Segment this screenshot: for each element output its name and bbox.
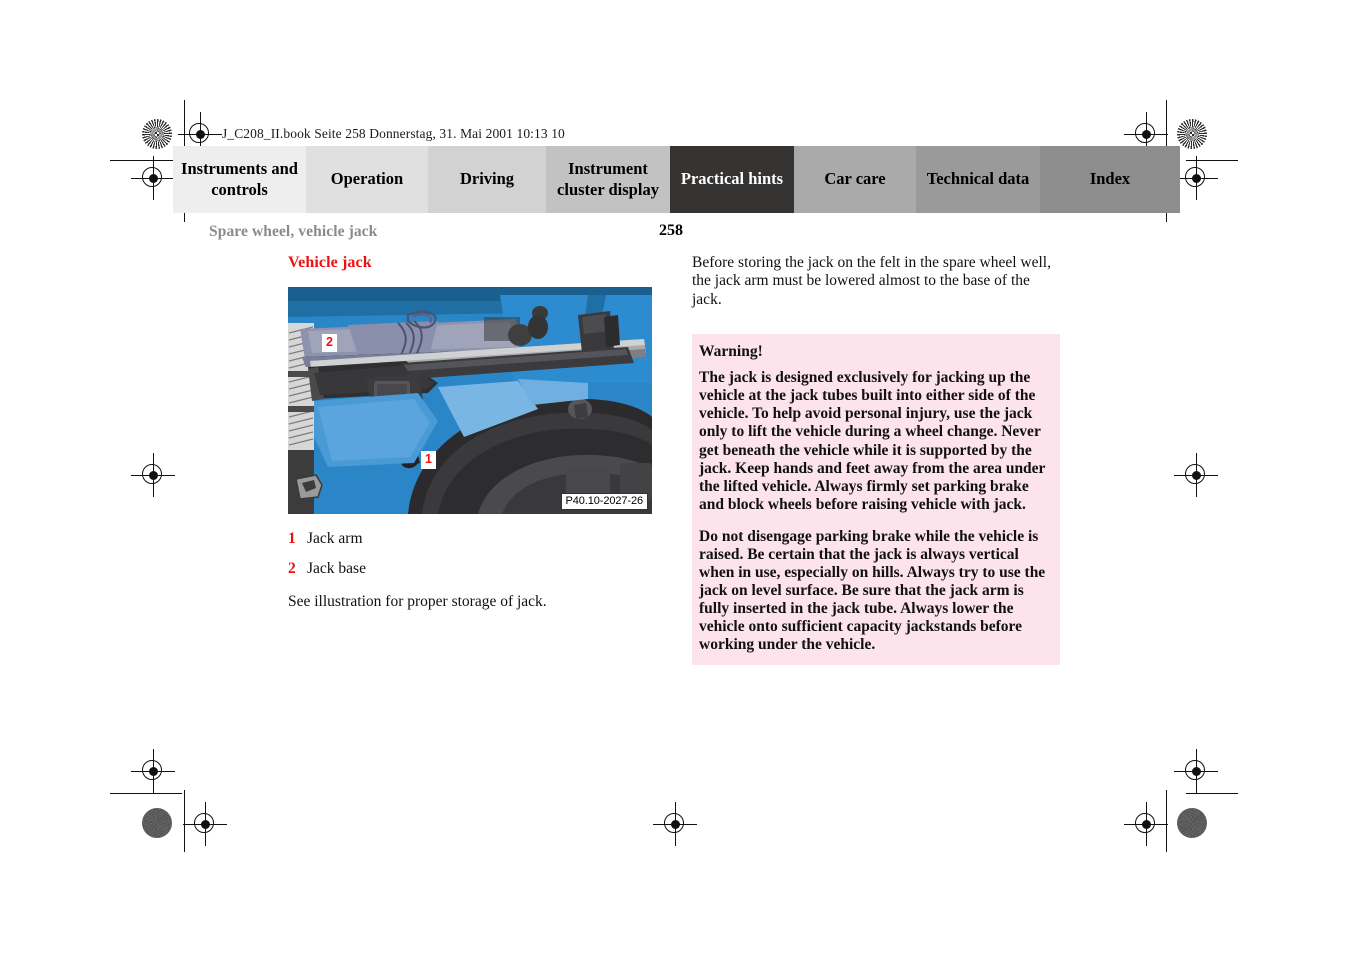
registration-mark-right-upper: [1174, 156, 1218, 200]
chapter-tab-instruments-and-controls[interactable]: Instruments and controls: [173, 146, 306, 213]
halftone-star-target-top-right: [1177, 119, 1207, 149]
chapter-tab-index[interactable]: Index: [1040, 146, 1180, 213]
warning-title: Warning!: [699, 343, 763, 361]
file-slugline: J_C208_II.book Seite 258 Donnerstag, 31.…: [222, 126, 565, 141]
legend-number: 1: [288, 530, 296, 547]
crop-rule-top-right: [1186, 160, 1238, 161]
figure-callout-2: 2: [322, 334, 337, 352]
registration-mark-bottom-left-inner: [183, 802, 227, 846]
crop-rule-top-left: [110, 160, 182, 161]
crop-rule-vertical-left-bottom: [184, 790, 185, 852]
chapter-tab-technical-data[interactable]: Technical data: [916, 146, 1040, 213]
page-title: Vehicle jack: [288, 254, 372, 271]
vehicle-jack-illustration: 2 1 P40.10-2027-26: [288, 287, 652, 514]
right-column: Before storing the jack on the felt in t…: [692, 254, 1060, 666]
warning-paragraph: Do not disengage parking brake while the…: [699, 527, 1046, 653]
storage-note: See illustration for proper storage of j…: [288, 593, 547, 610]
halftone-solid-target-bottom-left: [142, 808, 172, 838]
running-head: Spare wheel, vehicle jack: [209, 223, 378, 240]
jack-storage-diagram: [288, 287, 652, 514]
halftone-star-target-top-left: [142, 119, 172, 149]
figure-reference-code: P40.10-2027-26: [560, 492, 648, 510]
chapter-tab-operation[interactable]: Operation: [306, 146, 428, 213]
chapter-tab-car-care[interactable]: Car care: [794, 146, 916, 213]
left-column: Vehicle jack 2 1 P40.10-2027-26 1 Jack a…: [288, 254, 654, 628]
registration-mark-middle-left: [131, 453, 175, 497]
crop-rule-vertical-right-bottom: [1166, 790, 1167, 852]
page-number: 258: [659, 222, 683, 239]
registration-mark-bottom-right-upper: [1174, 749, 1218, 793]
crop-rule-bottom-left: [110, 793, 182, 794]
warning-box: Warning! The jack is designed exclusivel…: [692, 334, 1060, 666]
figure-legend: 1 Jack arm 2 Jack base: [288, 530, 654, 578]
legend-item: 1 Jack arm: [288, 530, 654, 548]
legend-number: 2: [288, 560, 296, 577]
chapter-tab-driving[interactable]: Driving: [428, 146, 546, 213]
registration-mark-left-upper: [131, 156, 175, 200]
crop-rule-bottom-right: [1186, 793, 1238, 794]
legend-item: 2 Jack base: [288, 560, 654, 578]
figure-callout-1: 1: [421, 451, 436, 469]
warning-paragraph: The jack is designed exclusively for jac…: [699, 369, 1046, 513]
registration-mark-bottom-center: [653, 802, 697, 846]
halftone-solid-target-bottom-right: [1177, 808, 1207, 838]
registration-mark-middle-right: [1174, 453, 1218, 497]
legend-label: Jack arm: [307, 530, 363, 547]
intro-paragraph: Before storing the jack on the felt in t…: [692, 254, 1051, 308]
registration-mark-bottom-left-upper: [131, 749, 175, 793]
chapter-tab-practical-hints[interactable]: Practical hints: [670, 146, 794, 213]
registration-mark-bottom-right-inner: [1124, 802, 1168, 846]
chapter-tab-instrument-cluster-display[interactable]: Instrument cluster display: [546, 146, 670, 213]
chapter-tab-bar: Instruments and controls Operation Driving…: [173, 146, 1180, 213]
legend-label: Jack base: [307, 560, 366, 577]
